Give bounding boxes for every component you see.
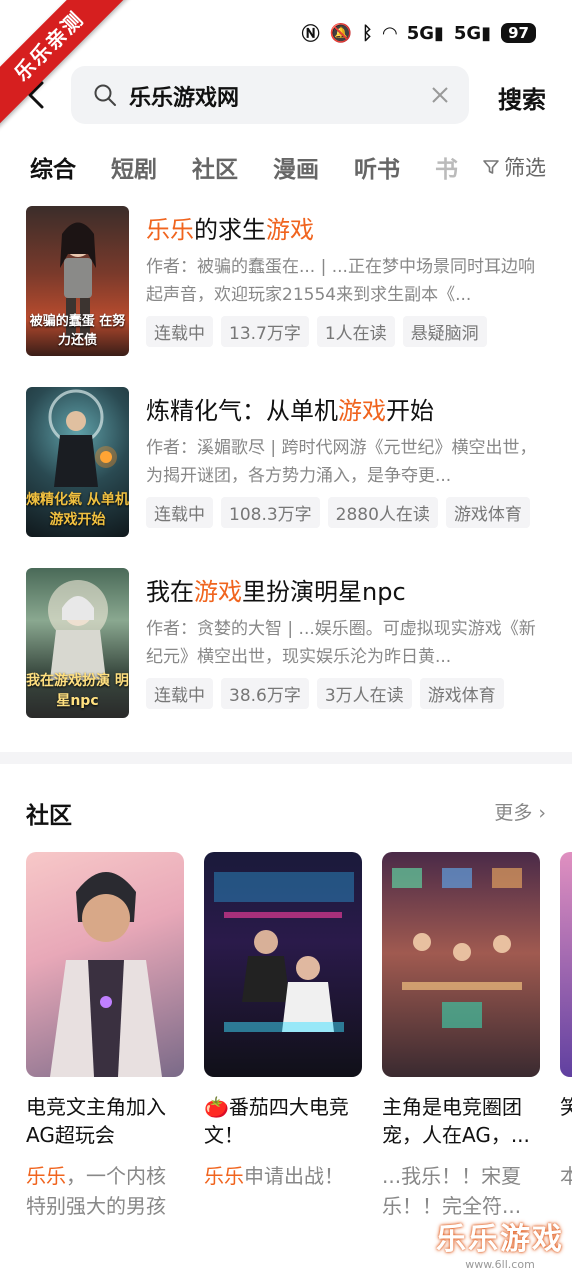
book-item[interactable]: 被骗的蠢蛋 在努力还债 乐乐的求生游戏 作者：被骗的蠢蛋在... | ...正在… — [26, 206, 556, 356]
title-text: 我在 — [146, 578, 194, 606]
tab-audiobook[interactable]: 听书 — [354, 150, 400, 184]
tag-genre[interactable]: 悬疑脑洞 — [402, 316, 487, 347]
tag-wordcount: 13.7万字 — [221, 316, 309, 347]
filter-icon — [483, 160, 499, 174]
tab-community[interactable]: 社区 — [192, 150, 238, 184]
community-card[interactable]: 笑 本 — [560, 852, 572, 1221]
card-title: 🍅番茄四大电竞文！ — [204, 1095, 349, 1147]
community-card[interactable]: 电竞文主角加入AG超玩会 乐乐，一个内核特别强大的男孩 — [26, 852, 184, 1221]
tag-wordcount: 38.6万字 — [221, 678, 309, 709]
tag-genre[interactable]: 游戏体育 — [445, 497, 530, 528]
search-button[interactable]: 搜索 — [498, 80, 546, 115]
signal-5g-icon: 5G▮ — [453, 22, 492, 44]
community-card[interactable]: 主角是电竞圈团宠，人在AG，... ...我乐！！宋夏乐！！完全符... — [382, 852, 540, 1221]
search-icon — [94, 84, 116, 106]
watermark-url: www.6ll.com — [465, 1258, 535, 1271]
book-item[interactable]: 我在游戏扮演 明星npc 我在游戏里扮演明星npc 作者：贪婪的大智 | ...… — [26, 568, 556, 718]
tab-comics[interactable]: 漫画 — [273, 150, 319, 184]
title-text: 开始 — [386, 397, 434, 425]
search-row: 乐乐游戏网 搜索 — [0, 66, 572, 126]
card-figure-icon — [214, 872, 354, 1032]
title-highlight: 游戏 — [194, 578, 242, 606]
title-text: 里扮演明星npc — [242, 578, 406, 606]
desc-text: ...我乐！！宋夏乐！！完全符... — [382, 1164, 522, 1218]
tag-wordcount: 108.3万字 — [221, 497, 320, 528]
more-label: 更多 — [494, 802, 533, 824]
bluetooth-icon: ᛒ — [362, 22, 373, 44]
title-highlight: 游戏 — [266, 216, 314, 244]
card-image[interactable] — [382, 852, 540, 1077]
tag-readers: 2880人在读 — [327, 497, 438, 528]
mute-icon: 🔕 — [329, 22, 353, 44]
section-title-community: 社区 — [26, 803, 72, 829]
book-cover[interactable]: 煉精化氣 从单机游戏开始 — [26, 387, 129, 537]
watermark-text: 乐乐游戏 — [436, 1222, 564, 1257]
title-highlight: 乐乐 — [146, 216, 194, 244]
tab-books[interactable]: 书 — [435, 150, 458, 184]
desc-text: 本 — [560, 1164, 572, 1188]
signal-5g-icon: 5G▮ — [406, 22, 444, 44]
card-image[interactable] — [560, 852, 572, 1077]
title-text: 的求生 — [194, 216, 266, 244]
watermark-logo: 乐乐游戏 www.6ll.com — [436, 1214, 564, 1271]
tag-readers: 1人在读 — [316, 316, 395, 347]
search-query[interactable]: 乐乐游戏网 — [129, 80, 239, 112]
section-divider — [0, 752, 572, 764]
book-item[interactable]: 煉精化氣 从单机游戏开始 炼精化气：从单机游戏开始 作者：溪媚歌尽 | 跨时代网… — [26, 387, 556, 537]
clear-icon[interactable] — [429, 84, 451, 106]
chevron-right-icon: › — [538, 802, 546, 824]
cover-title: 煉精化氣 从单机游戏开始 — [26, 492, 129, 528]
book-description: 作者：被骗的蠢蛋在... | ...正在梦中场景同时耳边响起声音，欢迎玩家215… — [146, 257, 535, 305]
battery-icon: 97 — [501, 23, 536, 43]
title-highlight: 游戏 — [338, 397, 386, 425]
card-description: 本 — [560, 1161, 572, 1221]
book-description: 作者：溪媚歌尽 | 跨时代网游《元世纪》横空出世，为揭开谜团，各方势力涌入，是争… — [146, 438, 537, 486]
tag-status: 连载中 — [146, 497, 213, 528]
tab-bar: 综合 短剧 社区 漫画 听书 书 — [30, 150, 550, 186]
book-cover[interactable]: 被骗的蠢蛋 在努力还债 — [26, 206, 129, 356]
card-title: 笑 — [560, 1095, 572, 1119]
cover-title: 被骗的蠢蛋 在努力还债 — [29, 314, 126, 348]
book-description: 作者：贪婪的大智 | ...娱乐圈。可虚拟现实游戏《新纪元》横空出世，现实娱乐沦… — [146, 619, 536, 667]
tag-genre[interactable]: 游戏体育 — [419, 678, 504, 709]
tab-short-drama[interactable]: 短剧 — [111, 150, 157, 184]
filter-button[interactable]: 筛选 — [482, 152, 546, 182]
tab-overall[interactable]: 综合 — [30, 150, 76, 184]
more-link[interactable]: 更多 › — [494, 798, 546, 825]
book-tags: 连载中 108.3万字 2880人在读 游戏体育 — [146, 497, 530, 528]
card-figure-icon — [392, 868, 522, 1028]
card-title: 电竞文主角加入AG超玩会 — [26, 1095, 166, 1147]
book-cover[interactable]: 我在游戏扮演 明星npc — [26, 568, 129, 718]
community-card[interactable]: 🍅番茄四大电竞文！ 乐乐申请出战！ — [204, 852, 362, 1221]
filter-label: 筛选 — [504, 156, 546, 180]
tag-status: 连载中 — [146, 316, 213, 347]
desc-highlight: 乐乐 — [204, 1164, 244, 1188]
card-figure-icon — [50, 872, 162, 1077]
book-title[interactable]: 乐乐的求生游戏 — [146, 210, 314, 245]
status-icons: Ⓝ 🔕 ᛒ ◠ 5G▮ 5G▮ 97 — [302, 20, 536, 46]
desc-highlight: 乐乐 — [26, 1164, 66, 1188]
card-description: 乐乐申请出战！ — [204, 1161, 362, 1221]
tag-readers: 3万人在读 — [316, 678, 412, 709]
tag-status: 连载中 — [146, 678, 213, 709]
book-title[interactable]: 我在游戏里扮演明星npc — [146, 572, 406, 607]
card-description: ...我乐！！宋夏乐！！完全符... — [382, 1161, 540, 1221]
card-description: 乐乐，一个内核特别强大的男孩 — [26, 1161, 184, 1221]
book-tags: 连载中 38.6万字 3万人在读 游戏体育 — [146, 678, 504, 709]
book-title[interactable]: 炼精化气：从单机游戏开始 — [146, 391, 434, 426]
book-tags: 连载中 13.7万字 1人在读 悬疑脑洞 — [146, 316, 487, 347]
title-text: 炼精化气：从单机 — [146, 397, 338, 425]
desc-text: 申请出战！ — [244, 1164, 344, 1188]
wifi-icon: ◠ — [382, 22, 397, 44]
card-image[interactable] — [26, 852, 184, 1077]
search-input[interactable]: 乐乐游戏网 — [71, 66, 469, 124]
card-image[interactable] — [204, 852, 362, 1077]
nfc-icon: Ⓝ — [301, 24, 320, 45]
card-title: 主角是电竞圈团宠，人在AG，... — [382, 1095, 530, 1147]
cover-title: 我在游戏扮演 明星npc — [26, 673, 129, 709]
